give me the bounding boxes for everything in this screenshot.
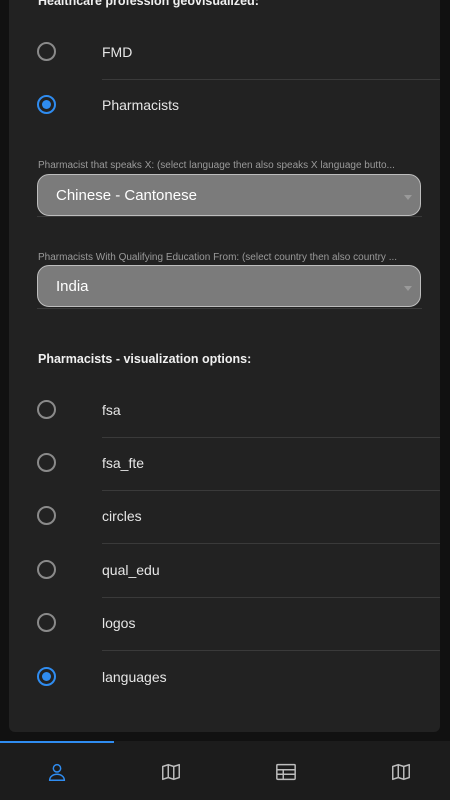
- visualization-section-title: Pharmacists - visualization options:: [38, 352, 252, 366]
- radio-label: FMD: [102, 44, 133, 60]
- radio-label: qual_edu: [102, 562, 160, 578]
- divider: [102, 650, 440, 651]
- profession-section-title: Healthcare profession geovisualized:: [38, 0, 259, 8]
- nav-tab-profile[interactable]: [0, 743, 114, 800]
- divider: [37, 308, 422, 309]
- chevron-down-icon: [404, 286, 412, 291]
- nav-tab-map[interactable]: [114, 743, 228, 800]
- radio-button[interactable]: [37, 42, 56, 61]
- radio-button[interactable]: [37, 506, 56, 525]
- radio-label: circles: [102, 508, 142, 524]
- language-select-value: Chinese - Cantonese: [56, 187, 197, 204]
- language-field-label: Pharmacist that speaks X: (select langua…: [38, 160, 395, 171]
- table-icon: [276, 763, 296, 780]
- radio-label: fsa_fte: [102, 455, 145, 471]
- person-icon: [48, 763, 66, 781]
- map-icon: [162, 763, 180, 780]
- radio-button-selected[interactable]: [37, 95, 56, 114]
- nav-tab-map-alt[interactable]: [344, 743, 450, 800]
- education-select-value: India: [56, 278, 89, 295]
- radio-option-fsa-fte[interactable]: fsa_fte: [0, 438, 450, 491]
- map-icon: [392, 763, 410, 780]
- divider: [37, 216, 422, 217]
- nav-tab-table[interactable]: [229, 743, 343, 800]
- radio-option-pharmacists[interactable]: Pharmacists: [0, 80, 450, 133]
- radio-option-fsa[interactable]: fsa: [0, 385, 450, 438]
- education-field-label: Pharmacists With Qualifying Education Fr…: [38, 252, 398, 263]
- radio-label: Pharmacists: [102, 97, 180, 113]
- radio-option-qual-edu[interactable]: qual_edu: [0, 545, 450, 598]
- radio-option-circles[interactable]: circles: [0, 491, 450, 544]
- radio-option-logos[interactable]: logos: [0, 598, 450, 651]
- language-select[interactable]: Chinese - Cantonese: [37, 174, 421, 216]
- radio-label: languages: [102, 669, 167, 685]
- divider: [102, 543, 440, 544]
- radio-label: logos: [102, 615, 136, 631]
- chevron-down-icon: [404, 195, 412, 200]
- radio-button-selected[interactable]: [37, 667, 56, 686]
- radio-option-fmd[interactable]: FMD: [0, 27, 450, 80]
- radio-label: fsa: [102, 402, 121, 418]
- education-country-select[interactable]: India: [37, 265, 421, 307]
- radio-button[interactable]: [37, 613, 56, 632]
- bottom-nav: [0, 741, 450, 800]
- radio-button[interactable]: [37, 453, 56, 472]
- radio-button[interactable]: [37, 400, 56, 419]
- radio-button[interactable]: [37, 560, 56, 579]
- radio-option-languages[interactable]: languages: [0, 652, 450, 705]
